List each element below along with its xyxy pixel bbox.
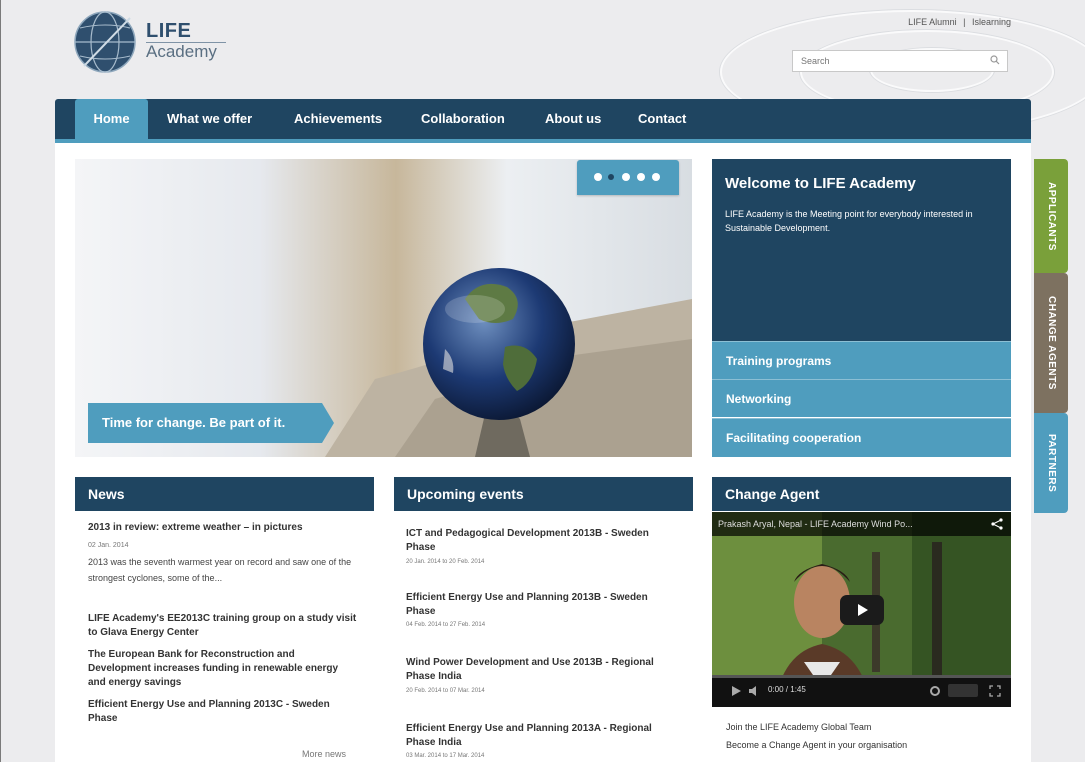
nav-contact[interactable]: Contact	[638, 99, 686, 139]
slider-dot[interactable]	[637, 173, 645, 181]
search-icon[interactable]	[990, 55, 1000, 65]
link-training-programs[interactable]: Training programs	[712, 341, 1011, 379]
share-icon[interactable]	[991, 518, 1003, 530]
event-date: 20 Jan. 2014 to 20 Feb. 2014	[406, 559, 485, 565]
event-title[interactable]: Wind Power Development and Use 2013B - R…	[406, 656, 676, 684]
slider-dot[interactable]	[594, 173, 602, 181]
top-links: LIFE Alumni | Islearning	[908, 17, 1011, 27]
video-controls: 0:00 / 1:45	[712, 675, 1011, 707]
event-date: 04 Feb. 2014 to 27 Feb. 2014	[406, 622, 486, 628]
change-agent-heading: Change Agent	[712, 477, 1011, 511]
main-nav: Home What we offer Achievements Collabor…	[55, 99, 1031, 139]
tab-partners[interactable]: PARTNERS	[1034, 413, 1068, 513]
logo-title: LIFE	[146, 20, 192, 42]
video-player[interactable]: Prakash Aryal, Nepal - LIFE Academy Wind…	[712, 512, 1011, 707]
events-heading: Upcoming events	[394, 477, 693, 511]
news-item-title[interactable]: LIFE Academy's EE2013C training group on…	[88, 612, 358, 640]
event-title[interactable]: Efficient Energy Use and Planning 2013A …	[406, 722, 676, 750]
link-networking[interactable]: Networking	[712, 379, 1011, 417]
event-title[interactable]: Efficient Energy Use and Planning 2013B …	[406, 591, 676, 619]
nav-achievements[interactable]: Achievements	[294, 99, 382, 139]
nav-what-we-offer[interactable]: What we offer	[167, 99, 252, 139]
change-agent-text-1: Join the LIFE Academy Global Team	[726, 722, 872, 732]
welcome-title: Welcome to LIFE Academy	[725, 175, 916, 192]
link-facilitating-cooperation[interactable]: Facilitating cooperation	[712, 418, 1011, 457]
play-button[interactable]	[840, 595, 884, 625]
fullscreen-icon[interactable]	[989, 685, 1001, 697]
logo-divider	[146, 42, 226, 43]
hero-caption[interactable]: Time for change. Be part of it.	[88, 403, 322, 443]
slider-dot[interactable]	[622, 173, 630, 181]
news-item-excerpt: 2013 was the seventh warmest year on rec…	[88, 557, 352, 583]
settings-icon[interactable]	[929, 685, 941, 697]
page-edge-line	[0, 0, 1, 762]
progress-track[interactable]	[712, 675, 1011, 678]
hero-caption-arrow	[322, 403, 334, 443]
news-heading: News	[75, 477, 374, 511]
search-box	[792, 50, 1008, 72]
play-small-icon[interactable]	[730, 685, 744, 697]
welcome-text: LIFE Academy is the Meeting point for ev…	[725, 209, 973, 233]
logo-subtitle: Academy	[146, 42, 217, 61]
search-input[interactable]	[793, 51, 981, 71]
event-title[interactable]: ICT and Pedagogical Development 2013B - …	[406, 527, 676, 555]
event-date: 20 Feb. 2014 to 07 Mar. 2014	[406, 688, 485, 694]
news-item-date: 02 Jan. 2014	[88, 542, 129, 549]
link-islearning[interactable]: Islearning	[972, 17, 1011, 27]
link-separator: |	[963, 17, 966, 27]
news-item-title[interactable]: 2013 in review: extreme weather – in pic…	[88, 521, 368, 535]
youtube-logo-icon[interactable]	[948, 684, 978, 697]
event-date: 03 Mar. 2014 to 17 Mar. 2014	[406, 753, 485, 759]
news-item-title[interactable]: The European Bank for Reconstruction and…	[88, 648, 358, 690]
change-agent-text-2[interactable]: Become a Change Agent in your organisati…	[726, 740, 907, 750]
nav-collaboration[interactable]: Collaboration	[421, 99, 505, 139]
link-alumni[interactable]: LIFE Alumni	[908, 17, 957, 27]
nav-home[interactable]: Home	[75, 99, 148, 139]
slider-dots	[577, 160, 679, 195]
nav-about-us[interactable]: About us	[545, 99, 601, 139]
welcome-box: Welcome to LIFE Academy LIFE Academy is …	[712, 159, 1011, 341]
slider-dot[interactable]	[652, 173, 660, 181]
video-title[interactable]: Prakash Aryal, Nepal - LIFE Academy Wind…	[712, 512, 1011, 536]
globe-logo-icon	[74, 11, 136, 73]
news-item-title[interactable]: Efficient Energy Use and Planning 2013C …	[88, 698, 358, 726]
volume-icon[interactable]	[748, 685, 762, 697]
slider-dot-active[interactable]	[608, 174, 614, 180]
tab-applicants[interactable]: APPLICANTS	[1034, 159, 1068, 273]
video-time: 0:00 / 1:45	[768, 685, 806, 694]
more-news-link[interactable]: More news	[302, 749, 346, 759]
play-icon	[858, 604, 868, 616]
tab-change-agents[interactable]: CHANGE AGENTS	[1034, 273, 1068, 413]
